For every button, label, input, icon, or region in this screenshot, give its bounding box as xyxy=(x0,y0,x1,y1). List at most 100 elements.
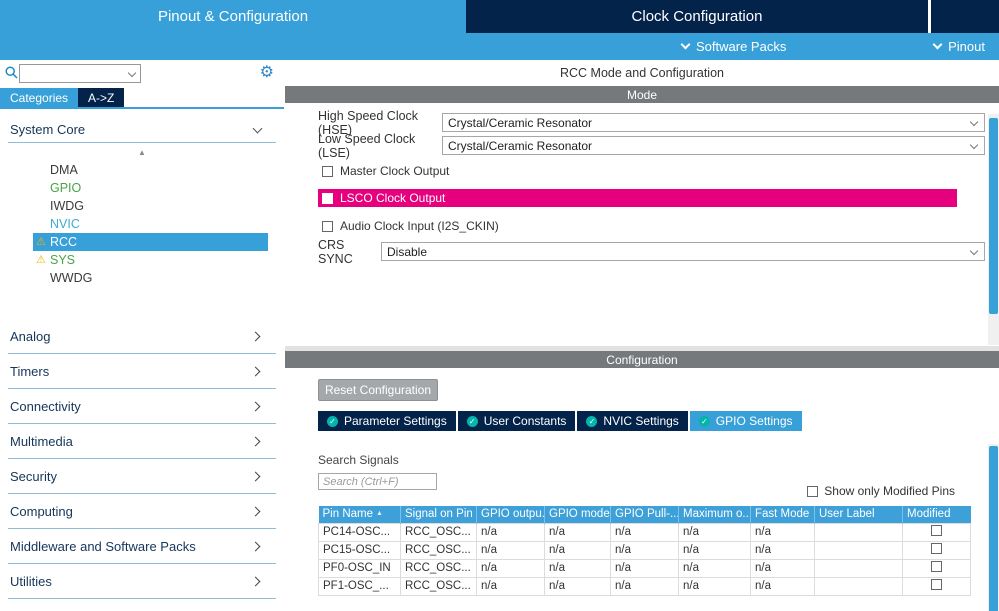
signals-search-input[interactable] xyxy=(318,473,437,490)
tab-nvic-settings[interactable]: ✓ NVIC Settings xyxy=(577,411,687,431)
hse-row: High Speed Clock (HSE) Crystal/Ceramic R… xyxy=(318,113,985,132)
show-modified-pins-checkbox[interactable] xyxy=(807,486,818,497)
sidebar-item-utilities[interactable]: Utilities xyxy=(8,564,276,599)
software-packs-menu[interactable]: Software Packs xyxy=(682,33,786,60)
column-maximum-output[interactable]: Maximum o... xyxy=(679,506,751,523)
sidebar-item-security[interactable]: Security xyxy=(8,459,276,494)
table-row[interactable]: PC15-OSC... RCC_OSC... n/a n/a n/a n/a n… xyxy=(319,541,971,559)
lsco-clock-output-option[interactable]: LSCO Clock Output xyxy=(318,189,957,207)
column-gpio-output[interactable]: GPIO outpu.. xyxy=(477,506,545,523)
check-circle-icon: ✓ xyxy=(586,416,597,427)
configuration-panel: Reset Configuration ✓ Parameter Settings… xyxy=(285,379,999,611)
tab-parameter-settings[interactable]: ✓ Parameter Settings xyxy=(318,411,456,431)
check-circle-icon: ✓ xyxy=(699,416,710,427)
cell-signal: RCC_OSC... xyxy=(401,577,477,595)
audio-clock-input-option[interactable]: Audio Clock Input (I2S_CKIN) xyxy=(318,218,999,234)
sidebar-item-nvic[interactable]: NVIC xyxy=(0,215,284,233)
lsco-clock-output-checkbox[interactable] xyxy=(322,193,333,204)
master-clock-output-checkbox[interactable] xyxy=(322,166,333,177)
cell-maximum-output: n/a xyxy=(679,559,751,577)
configuration-tabs: ✓ Parameter Settings ✓ User Constants ✓ … xyxy=(318,411,999,431)
tab-clock-configuration[interactable]: Clock Configuration xyxy=(466,0,928,33)
check-circle-icon: ✓ xyxy=(327,416,338,427)
mode-panel: High Speed Clock (HSE) Crystal/Ceramic R… xyxy=(285,113,999,346)
configuration-scrollbar[interactable] xyxy=(988,444,999,611)
sidebar-search-row: ⚙ xyxy=(0,62,284,86)
lse-label: Low Speed Clock (LSE) xyxy=(318,132,442,160)
tab-a-to-z[interactable]: A->Z xyxy=(78,88,124,107)
sidebar-item-computing[interactable]: Computing xyxy=(8,494,276,529)
chevron-right-icon xyxy=(251,541,261,551)
table-row[interactable]: PF1-OSC_... RCC_OSC... n/a n/a n/a n/a n… xyxy=(319,577,971,595)
sidebar-item-sys[interactable]: ⚠ SYS xyxy=(0,251,284,269)
sidebar-item-timers[interactable]: Timers xyxy=(8,354,276,389)
cell-pin-name: PC14-OSC... xyxy=(319,523,401,541)
tab-categories[interactable]: Categories xyxy=(0,88,78,107)
tab-pinout-configuration[interactable]: Pinout & Configuration xyxy=(0,0,466,33)
section-system-core[interactable]: System Core xyxy=(8,117,276,143)
tab-user-constants[interactable]: ✓ User Constants xyxy=(458,411,576,431)
column-signal-on-pin[interactable]: Signal on Pin xyxy=(401,506,477,523)
audio-clock-input-checkbox[interactable] xyxy=(322,221,333,232)
category-label: Computing xyxy=(8,504,73,519)
table-row[interactable]: PC14-OSC... RCC_OSC... n/a n/a n/a n/a n… xyxy=(319,523,971,541)
cell-user-label[interactable] xyxy=(815,541,903,559)
sidebar-item-label: RCC xyxy=(50,235,77,249)
column-pin-name[interactable]: Pin Name▲ xyxy=(319,506,401,523)
cell-pin-name: PF0-OSC_IN xyxy=(319,559,401,577)
sidebar-item-multimedia[interactable]: Multimedia xyxy=(8,424,276,459)
column-user-label[interactable]: User Label xyxy=(815,506,903,523)
category-label: Security xyxy=(8,469,57,484)
modified-checkbox[interactable] xyxy=(931,543,942,554)
tab-label: Parameter Settings xyxy=(344,414,447,428)
tab-gpio-settings[interactable]: ✓ GPIO Settings xyxy=(690,411,802,431)
cell-gpio-pull: n/a xyxy=(611,577,679,595)
show-modified-pins-option[interactable]: Show only Modified Pins xyxy=(807,484,955,498)
ip-sidebar: ⚙ Categories A->Z System Core ▲ DMA GPIO… xyxy=(0,60,284,611)
cell-user-label[interactable] xyxy=(815,577,903,595)
mode-scrollbar[interactable] xyxy=(988,114,999,345)
cell-pin-name: PF1-OSC_... xyxy=(319,577,401,595)
master-clock-output-option[interactable]: Master Clock Output xyxy=(318,163,999,179)
modified-checkbox[interactable] xyxy=(931,579,942,590)
crs-sync-select[interactable]: Disable xyxy=(381,242,985,261)
scroll-up-icon[interactable]: ▲ xyxy=(0,147,284,159)
chevron-down-icon xyxy=(681,40,691,50)
crs-sync-label: CRS SYNC xyxy=(318,238,381,266)
cell-user-label[interactable] xyxy=(815,559,903,577)
modified-checkbox[interactable] xyxy=(931,525,942,536)
tab-stub[interactable] xyxy=(931,0,999,33)
main-panel: RCC Mode and Configuration Mode High Spe… xyxy=(285,60,999,611)
column-gpio-mode[interactable]: GPIO mode xyxy=(545,506,611,523)
sidebar-item-connectivity[interactable]: Connectivity xyxy=(8,389,276,424)
gear-icon[interactable]: ⚙ xyxy=(260,62,274,84)
chevron-down-icon xyxy=(253,123,263,133)
chevron-right-icon xyxy=(251,401,261,411)
sidebar-item-analog[interactable]: Analog xyxy=(8,319,276,354)
master-clock-output-label: Master Clock Output xyxy=(340,164,449,178)
hse-select[interactable]: Crystal/Ceramic Resonator xyxy=(442,113,985,132)
column-gpio-pull[interactable]: GPIO Pull-... xyxy=(611,506,679,523)
sidebar-item-rcc[interactable]: ⚠ RCC xyxy=(33,233,268,251)
tab-label: User Constants xyxy=(484,414,567,428)
lse-select[interactable]: Crystal/Ceramic Resonator xyxy=(442,136,985,155)
column-modified[interactable]: Modified xyxy=(903,506,971,523)
sidebar-item-middleware[interactable]: Middleware and Software Packs xyxy=(8,529,276,564)
sidebar-item-dma[interactable]: DMA xyxy=(0,161,284,179)
sidebar-item-gpio[interactable]: GPIO xyxy=(0,179,284,197)
cell-gpio-pull: n/a xyxy=(611,559,679,577)
column-fast-mode[interactable]: Fast Mode xyxy=(751,506,815,523)
reset-configuration-button[interactable]: Reset Configuration xyxy=(318,379,438,401)
pinout-menu[interactable]: Pinout xyxy=(934,33,985,60)
sidebar-item-wwdg[interactable]: WWDG xyxy=(0,269,284,287)
cell-user-label[interactable] xyxy=(815,523,903,541)
configuration-scrollbar-thumb[interactable] xyxy=(989,446,998,611)
sidebar-item-iwdg[interactable]: IWDG xyxy=(0,197,284,215)
ip-search-combo[interactable] xyxy=(19,64,141,83)
cell-signal: RCC_OSC... xyxy=(401,541,477,559)
table-row[interactable]: PF0-OSC_IN RCC_OSC... n/a n/a n/a n/a n/… xyxy=(319,559,971,577)
cell-gpio-pull: n/a xyxy=(611,523,679,541)
modified-checkbox[interactable] xyxy=(931,561,942,572)
audio-clock-input-label: Audio Clock Input (I2S_CKIN) xyxy=(340,219,499,233)
mode-scrollbar-thumb[interactable] xyxy=(989,118,998,314)
